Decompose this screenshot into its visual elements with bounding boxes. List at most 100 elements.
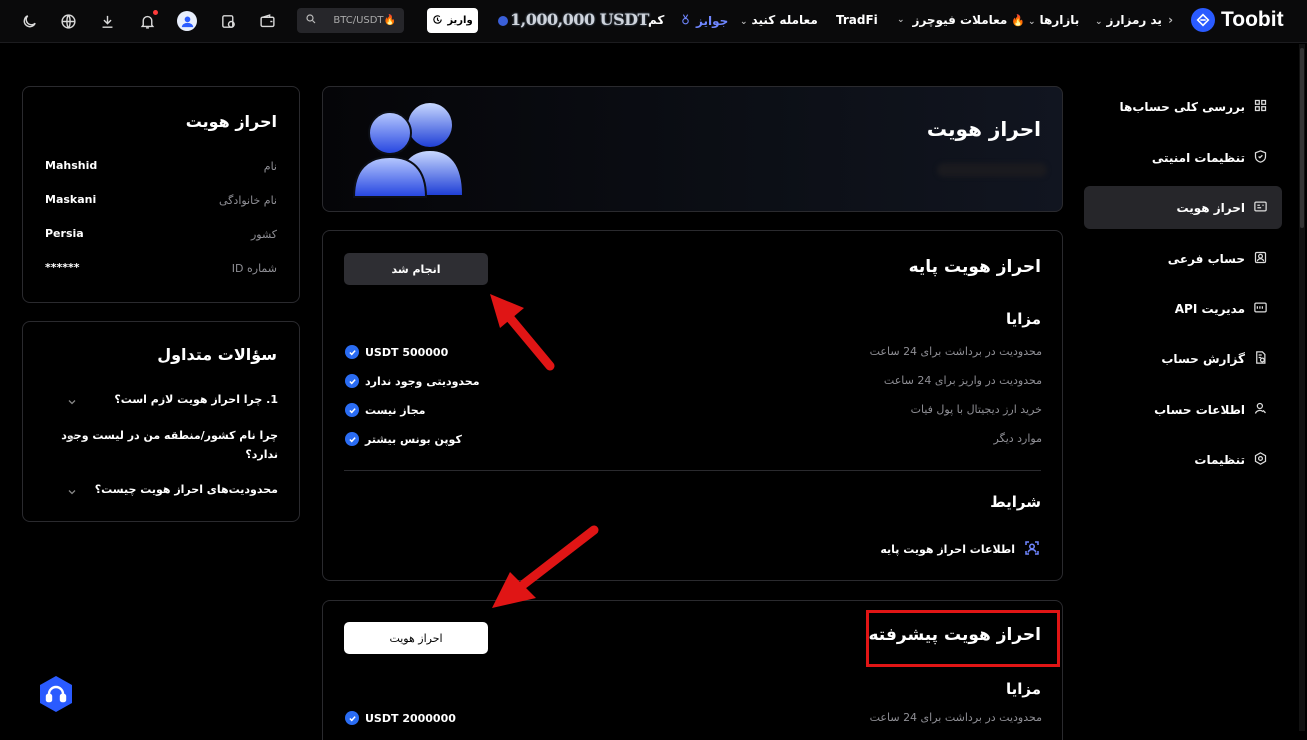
id-number-label: شماره ID (231, 262, 277, 275)
nav-item-rewards-label: جوایز (696, 14, 729, 28)
condition-label: اطلاعات احراز هویت پایه (880, 543, 1015, 556)
faq-item[interactable]: 1. چرا احراز هویت لازم است؟ (22, 390, 300, 420)
basic-completed-button[interactable]: انجام شد (344, 253, 488, 285)
benefit-value: USDT 2000000 (365, 711, 456, 725)
search-input[interactable]: BTC/USDT🔥 (297, 8, 404, 33)
nav-item-futures-label: معاملات فیوچرز (912, 13, 1008, 27)
deposit-icon (432, 14, 443, 28)
globe-icon[interactable] (59, 12, 77, 30)
sidebar-item-verification[interactable]: احراز هویت (1084, 186, 1282, 229)
id-card-icon (1253, 199, 1268, 217)
deposit-label: واریز (447, 15, 473, 26)
sidebar-item-security[interactable]: تنظیمات امنیتی (1084, 136, 1282, 179)
benefit-value: مجاز نیست (365, 403, 426, 417)
faq-item[interactable]: چرا نام کشور/منطقه من در لیست وجود ندارد… (22, 426, 300, 466)
nav-item-rewards[interactable]: جوایز (679, 13, 728, 29)
check-circle-icon (345, 711, 359, 725)
sidebar-item-label: گزارش حساب (1161, 351, 1245, 366)
verification-hero-card: احراز هویت (322, 86, 1063, 212)
check-circle-icon (345, 403, 359, 417)
faq-question: محدودیت‌های احراز هویت چیست؟ (94, 483, 278, 496)
identity-card-title: احراز هویت (185, 112, 277, 131)
shield-icon (1253, 149, 1268, 167)
last-name-value: Maskani (45, 193, 97, 206)
check-circle-icon (345, 432, 359, 446)
fire-icon: 🔥 (1011, 13, 1026, 27)
redacted-uid-mask (937, 163, 1047, 177)
users-illustration-icon (348, 95, 468, 203)
benefit-value: محدودیتی وجود ندارد (365, 374, 480, 388)
sidebar-item-overview[interactable]: بررسی کلی حساب‌ها (1084, 85, 1282, 128)
sidebar-item-label: بررسی کلی حساب‌ها (1119, 99, 1245, 114)
chevron-down-icon: ⌄ (1028, 17, 1036, 27)
page-scrollbar[interactable] (1299, 44, 1305, 731)
promo-banner[interactable]: 1,000,000 USDT (498, 10, 649, 29)
theme-toggle-icon[interactable] (20, 12, 38, 30)
notification-badge (153, 10, 158, 15)
list-item: محدودیت در برداشت برای 24 ساعت USDT 5000… (345, 345, 1042, 365)
avatar[interactable] (177, 11, 197, 31)
check-circle-icon (345, 345, 359, 359)
nav-item-tradfi[interactable]: TradFi (836, 13, 878, 27)
sidebar-item-label: تنظیمات امنیتی (1151, 150, 1245, 165)
top-navigation-bar: BTC/USDT🔥 واریز 1,000,000 USDT کم جوایز … (0, 0, 1307, 43)
list-item: محدودیت در واریز برای 24 ساعت محدودیتی و… (345, 374, 1042, 394)
deposit-button[interactable]: واریز (427, 8, 478, 33)
brand-name: Toobit (1221, 8, 1284, 31)
sub-account-icon (1253, 250, 1268, 268)
list-item: محدودیت در برداشت برای 24 ساعت USDT 2000… (345, 711, 1042, 731)
basic-condition-item: اطلاعات احراز هویت پایه (880, 539, 1041, 560)
chevron-left-icon: ‹ (1168, 13, 1174, 27)
faq-question: چرا نام کشور/منطقه من در لیست وجود ندارد… (61, 429, 278, 461)
nav-item-futures[interactable]: 🔥 معاملات فیوچرز ⌄ (897, 13, 1025, 27)
sidebar-item-settings[interactable]: تنظیمات (1084, 438, 1282, 481)
benefit-label: محدودیت در واریز برای 24 ساعت (883, 374, 1042, 387)
sidebar-item-report[interactable]: گزارش حساب (1084, 337, 1282, 380)
toobit-logo-icon (1191, 8, 1215, 32)
nav-item-trade-label: معامله کنید (751, 13, 818, 27)
benefit-value: USDT 500000 (365, 345, 449, 359)
brand-logo[interactable]: Toobit (1191, 8, 1284, 32)
last-name-label: نام خانوادگی (219, 194, 277, 207)
sidebar-item-label: مدیریت API (1174, 301, 1245, 316)
search-icon (305, 13, 317, 28)
chevron-down-icon: ⌄ (1095, 17, 1103, 27)
sidebar-item-account-info[interactable]: اطلاعات حساب (1084, 388, 1282, 431)
basic-verification-title: احراز هویت پایه (908, 257, 1041, 277)
orders-icon[interactable] (219, 12, 237, 30)
sidebar-item-label: تنظیمات (1194, 452, 1245, 467)
list-item: خرید ارز دیجیتال با پول فیات مجاز نیست (345, 403, 1042, 423)
notification-bell-icon[interactable] (138, 10, 158, 30)
basic-benefits-title: مزایا (1005, 310, 1041, 328)
nav-item-markets[interactable]: بازارها⌄ (1028, 13, 1079, 27)
nav-item-markets-label: بازارها (1039, 13, 1080, 27)
nav-item-tradfi-label: TradFi (836, 13, 878, 27)
advanced-verify-button[interactable]: احراز هویت (344, 622, 488, 654)
scrollbar-thumb[interactable] (1300, 48, 1304, 228)
first-name-value: Mahshid (45, 159, 98, 172)
sidebar-item-api[interactable]: مدیریت API (1084, 287, 1282, 330)
nav-item-earn[interactable]: کم (648, 13, 664, 27)
wallet-icon[interactable] (258, 12, 276, 30)
nav-item-trade[interactable]: معامله کنید⌄ (740, 13, 818, 27)
api-icon (1253, 300, 1268, 318)
download-icon[interactable] (98, 12, 116, 30)
chevron-down-icon (66, 396, 78, 408)
basic-conditions-title: شرایط (990, 493, 1041, 511)
advanced-verification-title: احراز هویت پیشرفته (868, 625, 1041, 645)
benefit-label: محدودیت در برداشت برای 24 ساعت (869, 711, 1042, 724)
benefit-label: خرید ارز دیجیتال با پول فیات (910, 403, 1042, 416)
promo-coin-icon (498, 15, 508, 26)
list-item: موارد دیگر کوپن بونس بیشتر (345, 432, 1042, 452)
annotation-arrow-down (488, 522, 602, 612)
search-placeholder: BTC/USDT (333, 15, 384, 26)
basic-completed-label: انجام شد (391, 262, 441, 276)
country-value: Persia (45, 227, 84, 240)
chevron-down-icon (66, 432, 78, 444)
faq-item[interactable]: محدودیت‌های احراز هویت چیست؟ (22, 480, 300, 506)
support-chat-button[interactable] (37, 675, 75, 713)
nav-item-crypto[interactable]: ‹ ید رمزارز⌄ (1095, 13, 1177, 27)
sidebar-item-sub-account[interactable]: حساب فرعی (1084, 237, 1282, 280)
nav-item-crypto-label: ید رمزارز (1106, 13, 1162, 27)
country-label: کشور (250, 228, 277, 241)
